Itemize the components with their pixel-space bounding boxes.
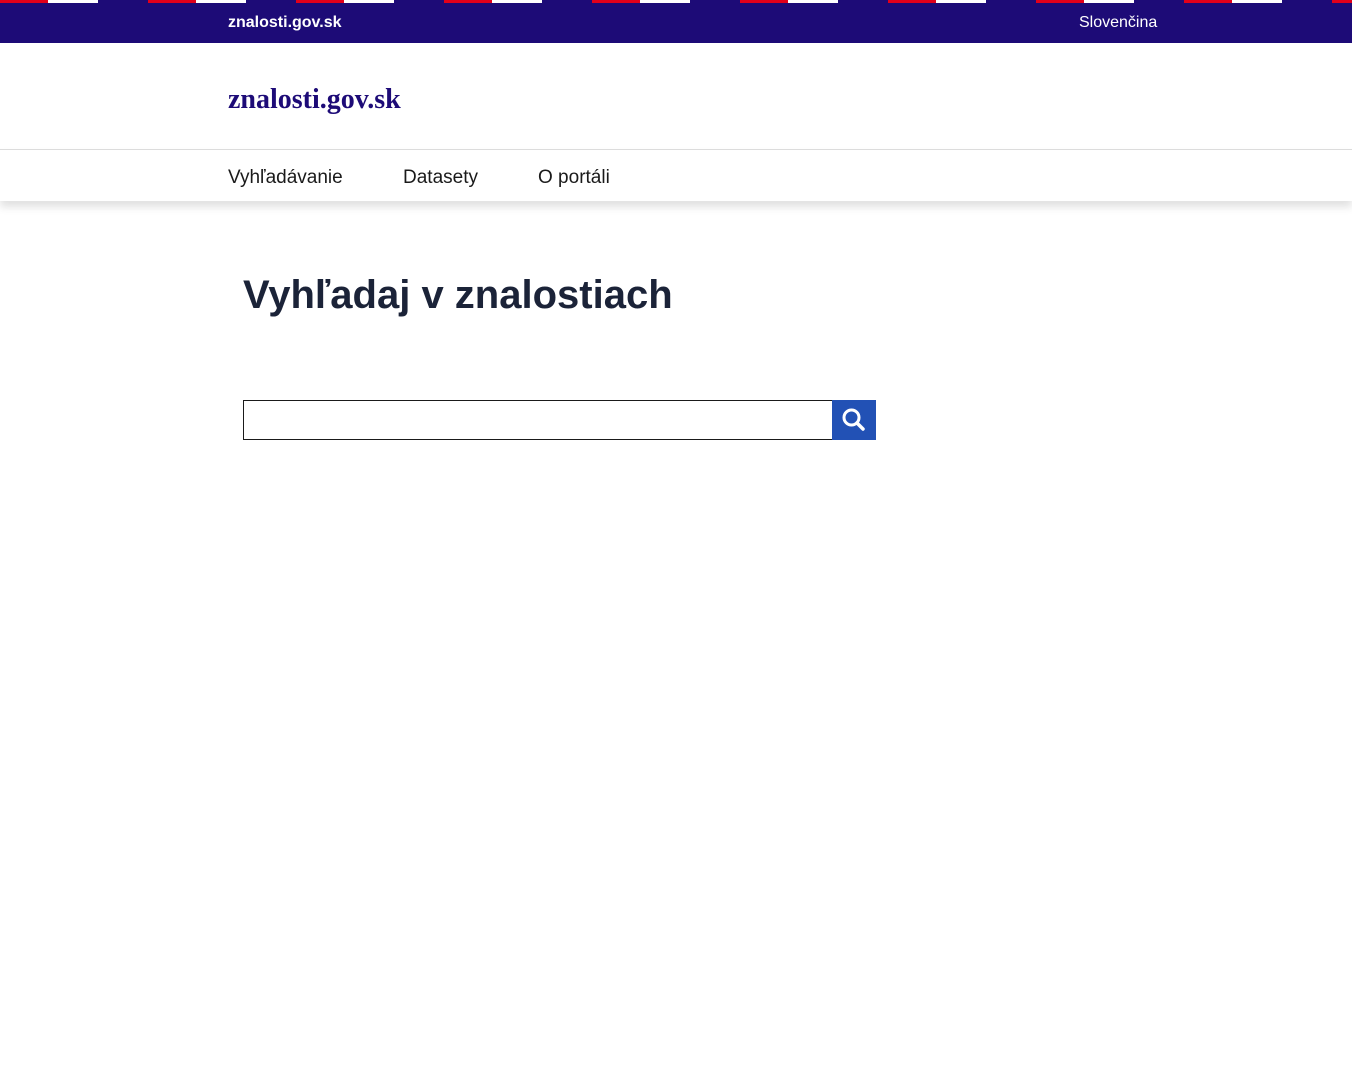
main-nav: Vyhľadávanie Datasety O portáli <box>0 149 1352 201</box>
top-bar: znalosti.gov.sk Slovenčina <box>0 0 1352 43</box>
nav-item-o-portali[interactable]: O portáli <box>538 167 610 189</box>
nav-item-vyhladavanie[interactable]: Vyhľadávanie <box>228 167 343 189</box>
site-logo-link[interactable]: znalosti.gov.sk <box>228 84 401 116</box>
flag-stripe <box>0 0 1352 3</box>
search-input[interactable] <box>243 400 832 440</box>
nav-item-datasety[interactable]: Datasety <box>403 167 478 189</box>
topbar-site-name: znalosti.gov.sk <box>228 14 342 31</box>
language-switcher[interactable]: Slovenčina <box>1079 13 1157 32</box>
search-button[interactable] <box>832 400 876 440</box>
page-title: Vyhľadaj v znalostiach <box>243 273 673 317</box>
search-icon <box>841 407 867 433</box>
